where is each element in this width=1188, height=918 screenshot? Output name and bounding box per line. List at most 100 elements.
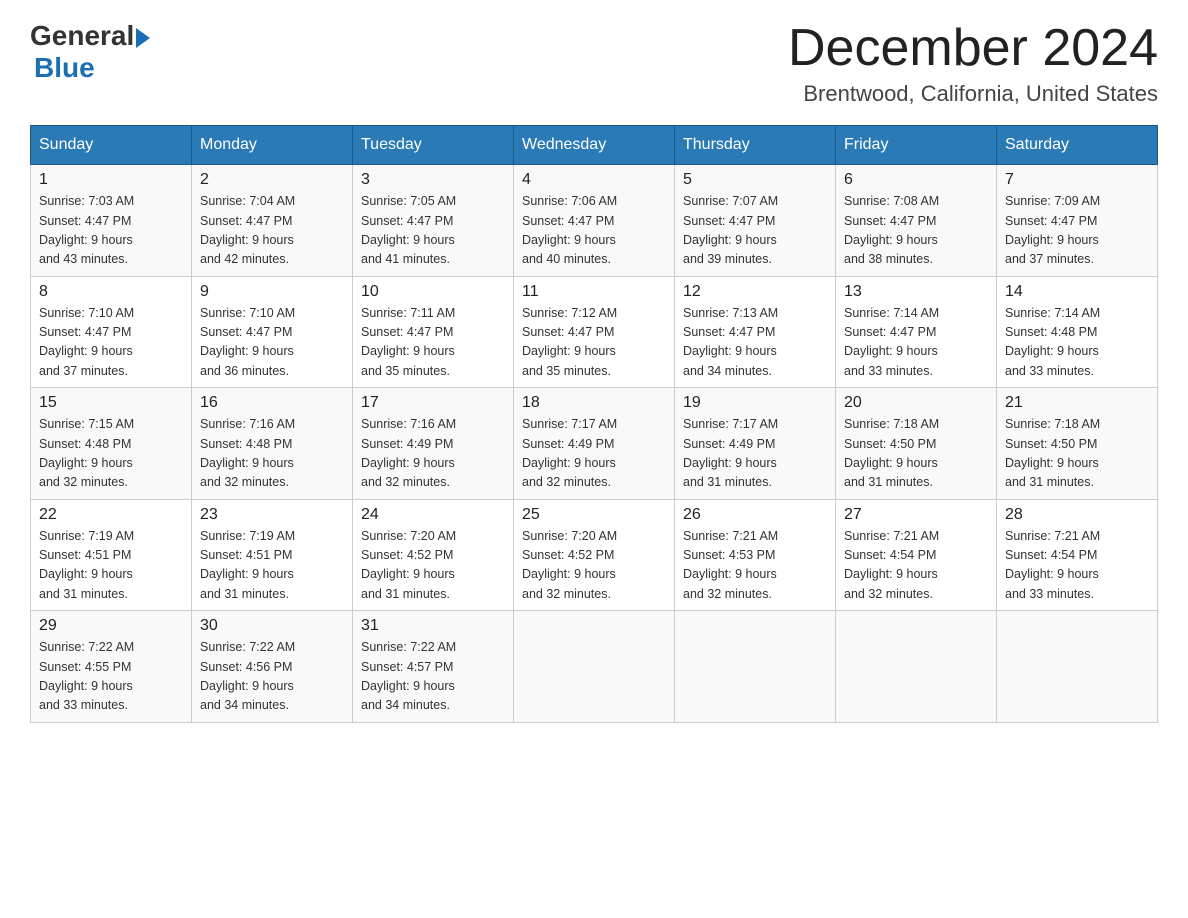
calendar-cell: 17 Sunrise: 7:16 AMSunset: 4:49 PMDayligh… xyxy=(353,388,514,500)
page-header: General Blue December 2024 Brentwood, Ca… xyxy=(30,20,1158,107)
day-info: Sunrise: 7:08 AMSunset: 4:47 PMDaylight:… xyxy=(844,192,988,270)
day-info: Sunrise: 7:21 AMSunset: 4:54 PMDaylight:… xyxy=(844,527,988,605)
calendar-header-row: SundayMondayTuesdayWednesdayThursdayFrid… xyxy=(31,126,1158,165)
day-info: Sunrise: 7:21 AMSunset: 4:53 PMDaylight:… xyxy=(683,527,827,605)
calendar-cell: 31Sunrise: 7:22 AMSunset: 4:57 PMDayligh… xyxy=(353,611,514,723)
week-row-2: 8 Sunrise: 7:10 AMSunset: 4:47 PMDaylight… xyxy=(31,276,1158,388)
header-friday: Friday xyxy=(836,126,997,165)
header-tuesday: Tuesday xyxy=(353,126,514,165)
day-info: Sunrise: 7:17 AMSunset: 4:49 PMDaylight:… xyxy=(683,415,827,493)
day-info: Sunrise: 7:16 AMSunset: 4:48 PMDaylight:… xyxy=(200,415,344,493)
day-info: Sunrise: 7:20 AMSunset: 4:52 PMDaylight:… xyxy=(522,527,666,605)
week-row-3: 15 Sunrise: 7:15 AMSunset: 4:48 PMDayligh… xyxy=(31,388,1158,500)
day-number: 6 xyxy=(844,171,988,189)
day-number: 27 xyxy=(844,506,988,524)
calendar-cell: 14 Sunrise: 7:14 AMSunset: 4:48 PMDayligh… xyxy=(997,276,1158,388)
calendar-table: SundayMondayTuesdayWednesdayThursdayFrid… xyxy=(30,125,1158,723)
day-info: Sunrise: 7:22 AMSunset: 4:56 PMDaylight:… xyxy=(200,638,344,716)
day-number: 31 xyxy=(361,617,505,635)
day-number: 21 xyxy=(1005,394,1149,412)
calendar-cell: 18 Sunrise: 7:17 AMSunset: 4:49 PMDayligh… xyxy=(514,388,675,500)
day-number: 12 xyxy=(683,283,827,301)
calendar-cell: 9 Sunrise: 7:10 AMSunset: 4:47 PMDaylight… xyxy=(192,276,353,388)
day-number: 9 xyxy=(200,283,344,301)
day-info: Sunrise: 7:15 AMSunset: 4:48 PMDaylight:… xyxy=(39,415,183,493)
header-wednesday: Wednesday xyxy=(514,126,675,165)
day-number: 23 xyxy=(200,506,344,524)
calendar-cell: 6 Sunrise: 7:08 AMSunset: 4:47 PMDaylight… xyxy=(836,165,997,277)
day-number: 16 xyxy=(200,394,344,412)
day-info: Sunrise: 7:20 AMSunset: 4:52 PMDaylight:… xyxy=(361,527,505,605)
day-number: 3 xyxy=(361,171,505,189)
calendar-cell: 21 Sunrise: 7:18 AMSunset: 4:50 PMDayligh… xyxy=(997,388,1158,500)
day-number: 17 xyxy=(361,394,505,412)
day-number: 18 xyxy=(522,394,666,412)
header-saturday: Saturday xyxy=(997,126,1158,165)
day-number: 24 xyxy=(361,506,505,524)
logo-blue-text: Blue xyxy=(34,52,95,84)
calendar-cell: 16 Sunrise: 7:16 AMSunset: 4:48 PMDayligh… xyxy=(192,388,353,500)
day-number: 8 xyxy=(39,283,183,301)
logo: General Blue xyxy=(30,20,150,84)
calendar-cell: 28Sunrise: 7:21 AMSunset: 4:54 PMDayligh… xyxy=(997,499,1158,611)
calendar-cell xyxy=(675,611,836,723)
day-number: 7 xyxy=(1005,171,1149,189)
day-number: 1 xyxy=(39,171,183,189)
header-monday: Monday xyxy=(192,126,353,165)
calendar-cell: 25 Sunrise: 7:20 AMSunset: 4:52 PMDayligh… xyxy=(514,499,675,611)
day-info: Sunrise: 7:17 AMSunset: 4:49 PMDaylight:… xyxy=(522,415,666,493)
calendar-cell: 13Sunrise: 7:14 AMSunset: 4:47 PMDayligh… xyxy=(836,276,997,388)
header-sunday: Sunday xyxy=(31,126,192,165)
day-number: 5 xyxy=(683,171,827,189)
week-row-1: 1 Sunrise: 7:03 AMSunset: 4:47 PMDaylight… xyxy=(31,165,1158,277)
day-number: 2 xyxy=(200,171,344,189)
day-info: Sunrise: 7:14 AMSunset: 4:48 PMDaylight:… xyxy=(1005,304,1149,382)
calendar-cell: 5 Sunrise: 7:07 AMSunset: 4:47 PMDaylight… xyxy=(675,165,836,277)
calendar-cell xyxy=(514,611,675,723)
calendar-cell: 12 Sunrise: 7:13 AMSunset: 4:47 PMDayligh… xyxy=(675,276,836,388)
calendar-cell: 26 Sunrise: 7:21 AMSunset: 4:53 PMDayligh… xyxy=(675,499,836,611)
day-number: 11 xyxy=(522,283,666,301)
calendar-subtitle: Brentwood, California, United States xyxy=(788,81,1158,107)
calendar-cell: 29Sunrise: 7:22 AMSunset: 4:55 PMDayligh… xyxy=(31,611,192,723)
day-number: 25 xyxy=(522,506,666,524)
day-number: 10 xyxy=(361,283,505,301)
day-info: Sunrise: 7:22 AMSunset: 4:55 PMDaylight:… xyxy=(39,638,183,716)
day-number: 19 xyxy=(683,394,827,412)
logo-general-text: General xyxy=(30,20,134,52)
day-info: Sunrise: 7:11 AMSunset: 4:47 PMDaylight:… xyxy=(361,304,505,382)
day-number: 15 xyxy=(39,394,183,412)
day-number: 30 xyxy=(200,617,344,635)
calendar-cell: 1 Sunrise: 7:03 AMSunset: 4:47 PMDaylight… xyxy=(31,165,192,277)
day-info: Sunrise: 7:14 AMSunset: 4:47 PMDaylight:… xyxy=(844,304,988,382)
header-thursday: Thursday xyxy=(675,126,836,165)
day-number: 26 xyxy=(683,506,827,524)
calendar-cell: 19 Sunrise: 7:17 AMSunset: 4:49 PMDayligh… xyxy=(675,388,836,500)
day-info: Sunrise: 7:19 AMSunset: 4:51 PMDaylight:… xyxy=(200,527,344,605)
day-number: 14 xyxy=(1005,283,1149,301)
day-info: Sunrise: 7:04 AMSunset: 4:47 PMDaylight:… xyxy=(200,192,344,270)
calendar-cell: 24 Sunrise: 7:20 AMSunset: 4:52 PMDayligh… xyxy=(353,499,514,611)
day-info: Sunrise: 7:18 AMSunset: 4:50 PMDaylight:… xyxy=(844,415,988,493)
day-info: Sunrise: 7:03 AMSunset: 4:47 PMDaylight:… xyxy=(39,192,183,270)
day-number: 4 xyxy=(522,171,666,189)
calendar-cell: 7 Sunrise: 7:09 AMSunset: 4:47 PMDaylight… xyxy=(997,165,1158,277)
day-info: Sunrise: 7:19 AMSunset: 4:51 PMDaylight:… xyxy=(39,527,183,605)
calendar-cell: 15 Sunrise: 7:15 AMSunset: 4:48 PMDayligh… xyxy=(31,388,192,500)
calendar-cell: 2 Sunrise: 7:04 AMSunset: 4:47 PMDaylight… xyxy=(192,165,353,277)
day-info: Sunrise: 7:21 AMSunset: 4:54 PMDaylight:… xyxy=(1005,527,1149,605)
calendar-cell: 30 Sunrise: 7:22 AMSunset: 4:56 PMDayligh… xyxy=(192,611,353,723)
calendar-cell: 23 Sunrise: 7:19 AMSunset: 4:51 PMDayligh… xyxy=(192,499,353,611)
day-info: Sunrise: 7:13 AMSunset: 4:47 PMDaylight:… xyxy=(683,304,827,382)
calendar-cell xyxy=(836,611,997,723)
calendar-title: December 2024 xyxy=(788,20,1158,77)
day-info: Sunrise: 7:07 AMSunset: 4:47 PMDaylight:… xyxy=(683,192,827,270)
day-info: Sunrise: 7:09 AMSunset: 4:47 PMDaylight:… xyxy=(1005,192,1149,270)
calendar-cell: 8Sunrise: 7:10 AMSunset: 4:47 PMDaylight… xyxy=(31,276,192,388)
day-info: Sunrise: 7:18 AMSunset: 4:50 PMDaylight:… xyxy=(1005,415,1149,493)
day-info: Sunrise: 7:10 AMSunset: 4:47 PMDaylight:… xyxy=(200,304,344,382)
logo-top: General xyxy=(30,20,150,52)
calendar-cell: 22Sunrise: 7:19 AMSunset: 4:51 PMDayligh… xyxy=(31,499,192,611)
calendar-cell xyxy=(997,611,1158,723)
day-info: Sunrise: 7:16 AMSunset: 4:49 PMDaylight:… xyxy=(361,415,505,493)
